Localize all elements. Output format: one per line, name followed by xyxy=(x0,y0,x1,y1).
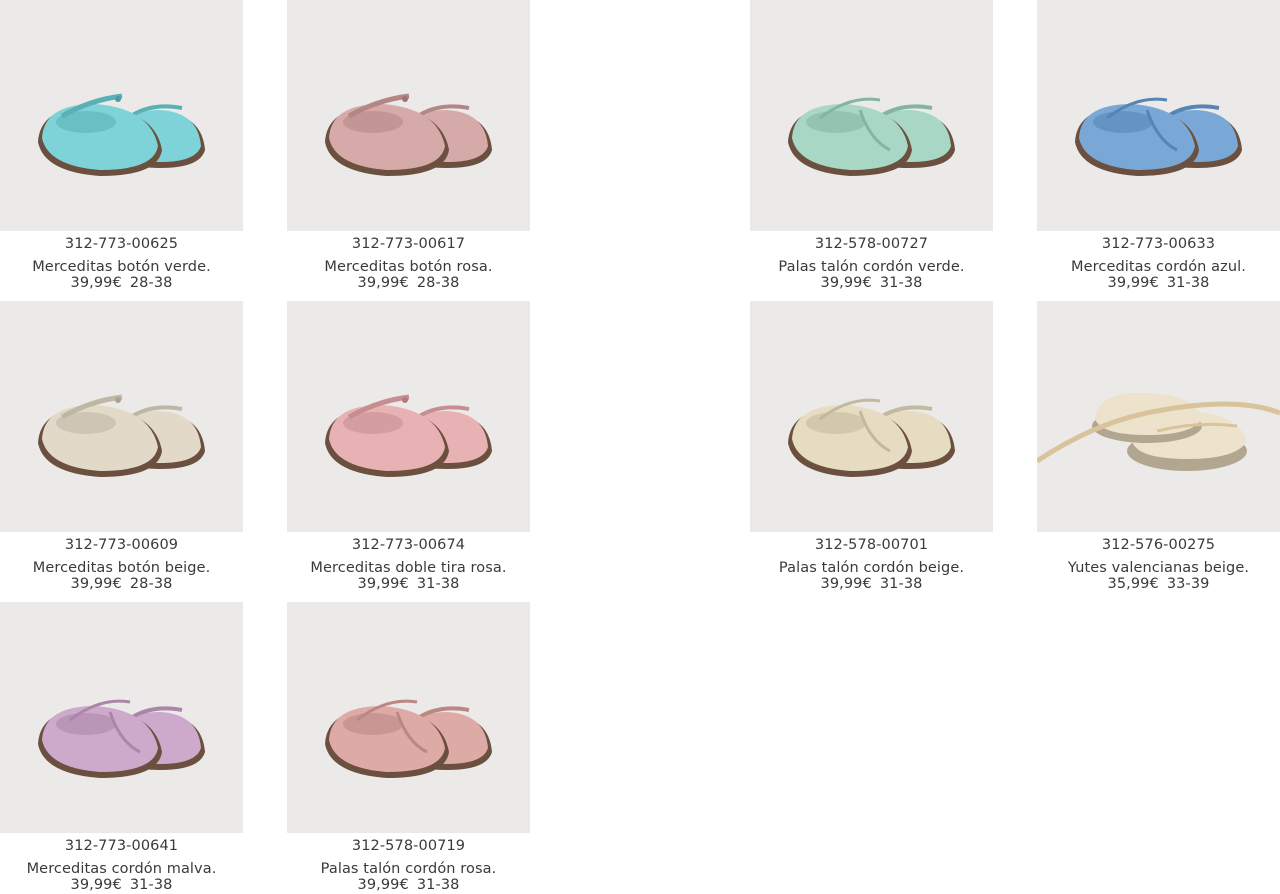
product-meta: 39,99€ 31-38 xyxy=(1037,275,1280,292)
product-card[interactable]: 312-773-00633 Merceditas cordón azul. 39… xyxy=(1037,0,1280,292)
product-photo[interactable] xyxy=(287,0,530,231)
product-name: Merceditas cordón malva. xyxy=(26,861,217,877)
product-card[interactable]: 312-578-00701 Palas talón cordón beige. … xyxy=(750,301,993,593)
product-photo[interactable] xyxy=(0,0,243,231)
product-name: Yutes valencianas beige. xyxy=(1067,560,1250,576)
shoe-illustration xyxy=(325,699,492,778)
shoe-illustration xyxy=(38,699,205,778)
product-photo[interactable] xyxy=(750,0,993,231)
product-code: 312-578-00719 xyxy=(351,838,466,854)
product-sizes: 31-38 xyxy=(1166,275,1210,291)
product-meta: 39,99€ 28-38 xyxy=(0,275,243,292)
product-code: 312-773-00674 xyxy=(351,537,466,553)
product-photo[interactable] xyxy=(0,301,243,532)
product-name: Palas talón cordón rosa. xyxy=(320,861,497,877)
product-card[interactable]: 312-773-00609 Merceditas botón beige. 39… xyxy=(0,301,243,593)
product-sizes: 33-39 xyxy=(1166,576,1210,592)
shoe-illustration xyxy=(38,394,205,477)
shoe-illustration xyxy=(325,394,492,477)
product-name: Merceditas botón beige. xyxy=(32,560,211,576)
shoe-illustration xyxy=(1075,97,1242,176)
product-sizes: 31-38 xyxy=(129,877,173,893)
product-photo[interactable] xyxy=(1037,301,1280,532)
product-meta: 35,99€ 33-39 xyxy=(1037,576,1280,593)
product-card[interactable]: 312-773-00674 Merceditas doble tira rosa… xyxy=(287,301,530,593)
product-meta: 39,99€ 31-38 xyxy=(750,275,993,292)
product-price: 39,99€ xyxy=(357,275,409,291)
product-card[interactable]: 312-773-00617 Merceditas botón rosa. 39,… xyxy=(287,0,530,292)
product-code: 312-578-00727 xyxy=(814,236,929,252)
product-meta: 39,99€ 28-38 xyxy=(0,576,243,593)
product-meta: 39,99€ 28-38 xyxy=(287,275,530,292)
product-name: Palas talón cordón beige. xyxy=(778,560,965,576)
product-code: 312-773-00641 xyxy=(64,838,179,854)
product-name: Merceditas cordón azul. xyxy=(1071,259,1246,275)
product-sizes: 31-38 xyxy=(879,576,923,592)
product-price: 39,99€ xyxy=(70,275,122,291)
product-code: 312-773-00617 xyxy=(351,236,466,252)
product-price: 39,99€ xyxy=(1107,275,1159,291)
product-price: 39,99€ xyxy=(820,275,872,291)
product-code: 312-773-00633 xyxy=(1101,236,1216,252)
product-photo[interactable] xyxy=(1037,0,1280,231)
product-code: 312-773-00609 xyxy=(64,537,179,553)
product-price: 39,99€ xyxy=(820,576,872,592)
product-name: Merceditas botón verde. xyxy=(32,259,211,275)
product-code: 312-576-00275 xyxy=(1101,537,1216,553)
product-card[interactable]: 312-576-00275 Yutes valencianas beige. 3… xyxy=(1037,301,1280,593)
product-price: 35,99€ xyxy=(1107,576,1159,592)
product-photo[interactable] xyxy=(287,602,530,833)
product-meta: 39,99€ 31-38 xyxy=(287,877,530,894)
product-name: Palas talón cordón verde. xyxy=(778,259,965,275)
product-code: 312-578-00701 xyxy=(814,537,929,553)
product-sizes: 31-38 xyxy=(879,275,923,291)
product-photo[interactable] xyxy=(287,301,530,532)
product-sizes: 28-38 xyxy=(416,275,460,291)
shoe-illustration xyxy=(788,97,955,176)
shoe-illustration xyxy=(38,93,205,176)
product-sizes: 31-38 xyxy=(416,877,460,893)
product-photo[interactable] xyxy=(750,301,993,532)
product-sizes: 31-38 xyxy=(416,576,460,592)
product-card[interactable]: 312-578-00727 Palas talón cordón verde. … xyxy=(750,0,993,292)
product-price: 39,99€ xyxy=(70,576,122,592)
product-code: 312-773-00625 xyxy=(64,236,179,252)
product-name: Merceditas botón rosa. xyxy=(324,259,493,275)
product-card[interactable]: 312-773-00641 Merceditas cordón malva. 3… xyxy=(0,602,243,894)
product-meta: 39,99€ 31-38 xyxy=(287,576,530,593)
product-name: Merceditas doble tira rosa. xyxy=(310,560,507,576)
shoe-illustration xyxy=(788,398,955,477)
product-card[interactable]: 312-773-00625 Merceditas botón verde. 39… xyxy=(0,0,243,292)
product-price: 39,99€ xyxy=(70,877,122,893)
product-card[interactable]: 312-578-00719 Palas talón cordón rosa. 3… xyxy=(287,602,530,894)
shoe-illustration xyxy=(325,93,492,176)
shoe-illustration xyxy=(1037,392,1280,471)
product-photo[interactable] xyxy=(0,602,243,833)
product-meta: 39,99€ 31-38 xyxy=(750,576,993,593)
product-meta: 39,99€ 31-38 xyxy=(0,877,243,894)
product-price: 39,99€ xyxy=(357,576,409,592)
product-price: 39,99€ xyxy=(357,877,409,893)
product-sizes: 28-38 xyxy=(129,576,173,592)
product-sizes: 28-38 xyxy=(129,275,173,291)
